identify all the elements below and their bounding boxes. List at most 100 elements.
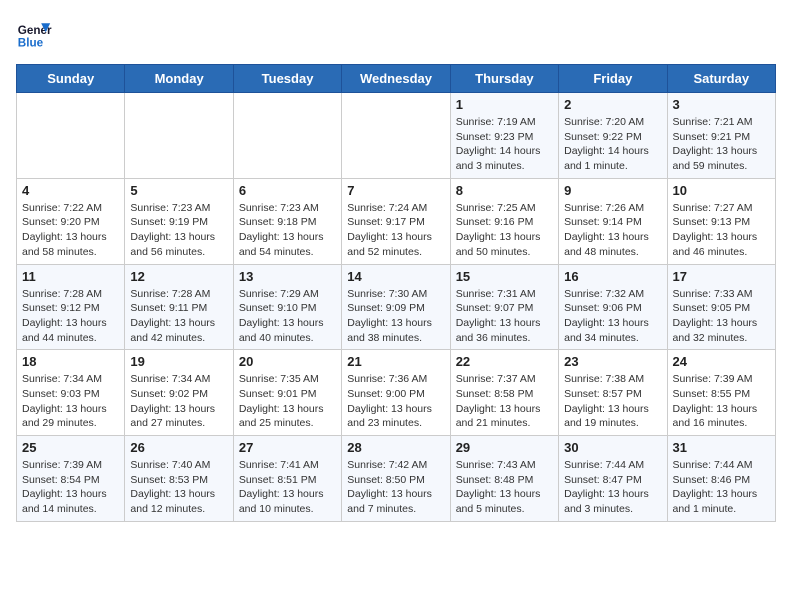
header-saturday: Saturday [667, 65, 775, 93]
day-number: 11 [22, 269, 119, 284]
calendar-cell [233, 93, 341, 179]
day-info: Sunrise: 7:23 AM Sunset: 9:19 PM Dayligh… [130, 201, 227, 260]
day-info: Sunrise: 7:26 AM Sunset: 9:14 PM Dayligh… [564, 201, 661, 260]
calendar-cell: 17 Sunrise: 7:33 AM Sunset: 9:05 PM Dayli… [667, 264, 775, 350]
day-number: 2 [564, 97, 661, 112]
calendar-cell: 13 Sunrise: 7:29 AM Sunset: 9:10 PM Dayli… [233, 264, 341, 350]
calendar-cell: 11 Sunrise: 7:28 AM Sunset: 9:12 PM Dayli… [17, 264, 125, 350]
day-number: 24 [673, 354, 770, 369]
day-number: 4 [22, 183, 119, 198]
day-info: Sunrise: 7:21 AM Sunset: 9:21 PM Dayligh… [673, 115, 770, 174]
calendar-cell: 31 Sunrise: 7:44 AM Sunset: 8:46 PM Dayli… [667, 436, 775, 522]
header-monday: Monday [125, 65, 233, 93]
day-info: Sunrise: 7:23 AM Sunset: 9:18 PM Dayligh… [239, 201, 336, 260]
day-number: 13 [239, 269, 336, 284]
day-info: Sunrise: 7:29 AM Sunset: 9:10 PM Dayligh… [239, 287, 336, 346]
day-number: 29 [456, 440, 553, 455]
calendar-cell [125, 93, 233, 179]
calendar-cell: 28 Sunrise: 7:42 AM Sunset: 8:50 PM Dayli… [342, 436, 450, 522]
day-number: 28 [347, 440, 444, 455]
day-info: Sunrise: 7:42 AM Sunset: 8:50 PM Dayligh… [347, 458, 444, 517]
day-info: Sunrise: 7:28 AM Sunset: 9:11 PM Dayligh… [130, 287, 227, 346]
calendar-cell: 30Sunrise: 7:44 AM Sunset: 8:47 PM Dayli… [559, 436, 667, 522]
calendar-header-row: SundayMondayTuesdayWednesdayThursdayFrid… [17, 65, 776, 93]
calendar-cell: 12 Sunrise: 7:28 AM Sunset: 9:11 PM Dayli… [125, 264, 233, 350]
calendar-week-5: 25 Sunrise: 7:39 AM Sunset: 8:54 PM Dayli… [17, 436, 776, 522]
calendar-cell: 2 Sunrise: 7:20 AM Sunset: 9:22 PM Daylig… [559, 93, 667, 179]
day-info: Sunrise: 7:32 AM Sunset: 9:06 PM Dayligh… [564, 287, 661, 346]
day-number: 23 [564, 354, 661, 369]
day-number: 17 [673, 269, 770, 284]
day-number: 15 [456, 269, 553, 284]
calendar-cell: 3 Sunrise: 7:21 AM Sunset: 9:21 PM Daylig… [667, 93, 775, 179]
header: General Blue [16, 16, 776, 52]
calendar-cell: 7Sunrise: 7:24 AM Sunset: 9:17 PM Daylig… [342, 178, 450, 264]
day-number: 26 [130, 440, 227, 455]
header-sunday: Sunday [17, 65, 125, 93]
calendar-cell: 18 Sunrise: 7:34 AM Sunset: 9:03 PM Dayli… [17, 350, 125, 436]
calendar-cell: 6 Sunrise: 7:23 AM Sunset: 9:18 PM Daylig… [233, 178, 341, 264]
day-number: 18 [22, 354, 119, 369]
calendar-cell: 26 Sunrise: 7:40 AM Sunset: 8:53 PM Dayli… [125, 436, 233, 522]
calendar-week-2: 4 Sunrise: 7:22 AM Sunset: 9:20 PM Daylig… [17, 178, 776, 264]
day-info: Sunrise: 7:27 AM Sunset: 9:13 PM Dayligh… [673, 201, 770, 260]
calendar-week-1: 1 Sunrise: 7:19 AM Sunset: 9:23 PM Daylig… [17, 93, 776, 179]
day-info: Sunrise: 7:19 AM Sunset: 9:23 PM Dayligh… [456, 115, 553, 174]
day-number: 5 [130, 183, 227, 198]
calendar-cell: 10 Sunrise: 7:27 AM Sunset: 9:13 PM Dayli… [667, 178, 775, 264]
day-number: 22 [456, 354, 553, 369]
day-info: Sunrise: 7:34 AM Sunset: 9:02 PM Dayligh… [130, 372, 227, 431]
calendar-cell: 22Sunrise: 7:37 AM Sunset: 8:58 PM Dayli… [450, 350, 558, 436]
calendar-cell: 15 Sunrise: 7:31 AM Sunset: 9:07 PM Dayli… [450, 264, 558, 350]
day-number: 9 [564, 183, 661, 198]
day-info: Sunrise: 7:28 AM Sunset: 9:12 PM Dayligh… [22, 287, 119, 346]
day-number: 21 [347, 354, 444, 369]
calendar-cell: 20Sunrise: 7:35 AM Sunset: 9:01 PM Dayli… [233, 350, 341, 436]
day-number: 25 [22, 440, 119, 455]
calendar-cell: 19Sunrise: 7:34 AM Sunset: 9:02 PM Dayli… [125, 350, 233, 436]
day-number: 3 [673, 97, 770, 112]
header-tuesday: Tuesday [233, 65, 341, 93]
day-info: Sunrise: 7:34 AM Sunset: 9:03 PM Dayligh… [22, 372, 119, 431]
day-info: Sunrise: 7:39 AM Sunset: 8:55 PM Dayligh… [673, 372, 770, 431]
day-info: Sunrise: 7:33 AM Sunset: 9:05 PM Dayligh… [673, 287, 770, 346]
day-info: Sunrise: 7:41 AM Sunset: 8:51 PM Dayligh… [239, 458, 336, 517]
calendar-cell: 9 Sunrise: 7:26 AM Sunset: 9:14 PM Daylig… [559, 178, 667, 264]
day-info: Sunrise: 7:36 AM Sunset: 9:00 PM Dayligh… [347, 372, 444, 431]
day-info: Sunrise: 7:44 AM Sunset: 8:46 PM Dayligh… [673, 458, 770, 517]
calendar-cell [17, 93, 125, 179]
header-friday: Friday [559, 65, 667, 93]
header-wednesday: Wednesday [342, 65, 450, 93]
day-info: Sunrise: 7:22 AM Sunset: 9:20 PM Dayligh… [22, 201, 119, 260]
calendar-cell: 5 Sunrise: 7:23 AM Sunset: 9:19 PM Daylig… [125, 178, 233, 264]
day-info: Sunrise: 7:31 AM Sunset: 9:07 PM Dayligh… [456, 287, 553, 346]
calendar-cell: 4 Sunrise: 7:22 AM Sunset: 9:20 PM Daylig… [17, 178, 125, 264]
day-info: Sunrise: 7:39 AM Sunset: 8:54 PM Dayligh… [22, 458, 119, 517]
calendar-cell: 27Sunrise: 7:41 AM Sunset: 8:51 PM Dayli… [233, 436, 341, 522]
logo: General Blue [16, 16, 56, 52]
day-number: 12 [130, 269, 227, 284]
day-number: 16 [564, 269, 661, 284]
day-number: 8 [456, 183, 553, 198]
day-number: 10 [673, 183, 770, 198]
calendar-week-4: 18 Sunrise: 7:34 AM Sunset: 9:03 PM Dayli… [17, 350, 776, 436]
day-info: Sunrise: 7:40 AM Sunset: 8:53 PM Dayligh… [130, 458, 227, 517]
day-info: Sunrise: 7:20 AM Sunset: 9:22 PM Dayligh… [564, 115, 661, 174]
calendar-cell: 16 Sunrise: 7:32 AM Sunset: 9:06 PM Dayli… [559, 264, 667, 350]
day-info: Sunrise: 7:43 AM Sunset: 8:48 PM Dayligh… [456, 458, 553, 517]
calendar-cell: 14Sunrise: 7:30 AM Sunset: 9:09 PM Dayli… [342, 264, 450, 350]
day-info: Sunrise: 7:24 AM Sunset: 9:17 PM Dayligh… [347, 201, 444, 260]
calendar-cell: 25 Sunrise: 7:39 AM Sunset: 8:54 PM Dayli… [17, 436, 125, 522]
day-number: 31 [673, 440, 770, 455]
day-info: Sunrise: 7:30 AM Sunset: 9:09 PM Dayligh… [347, 287, 444, 346]
day-number: 6 [239, 183, 336, 198]
day-number: 1 [456, 97, 553, 112]
day-number: 30 [564, 440, 661, 455]
calendar-week-3: 11 Sunrise: 7:28 AM Sunset: 9:12 PM Dayli… [17, 264, 776, 350]
calendar-cell: 21 Sunrise: 7:36 AM Sunset: 9:00 PM Dayli… [342, 350, 450, 436]
calendar-table: SundayMondayTuesdayWednesdayThursdayFrid… [16, 64, 776, 522]
svg-text:Blue: Blue [18, 37, 44, 50]
calendar-cell: 1 Sunrise: 7:19 AM Sunset: 9:23 PM Daylig… [450, 93, 558, 179]
logo-icon: General Blue [16, 16, 52, 52]
day-info: Sunrise: 7:38 AM Sunset: 8:57 PM Dayligh… [564, 372, 661, 431]
